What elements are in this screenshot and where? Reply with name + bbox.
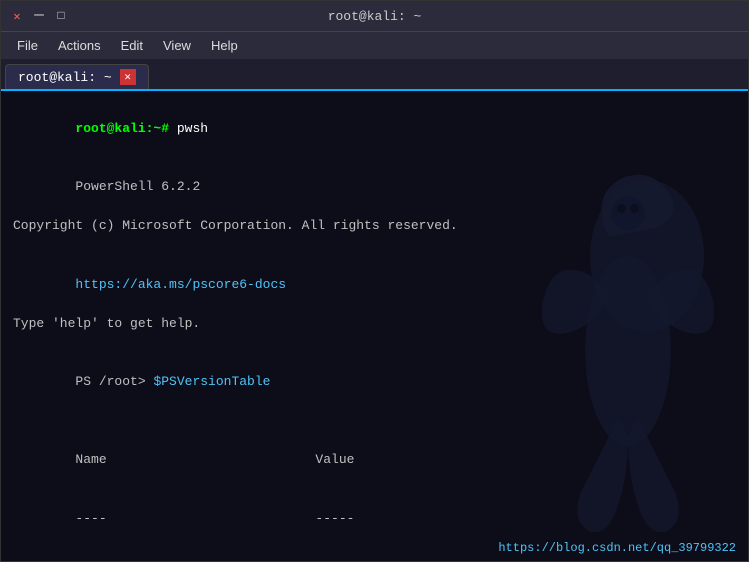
tab-bar: root@kali: ~ ✕ [1, 59, 748, 91]
terminal-blank-3 [13, 411, 736, 431]
menu-actions[interactable]: Actions [50, 36, 109, 55]
terminal-line-ps-prompt: PS /root> $PSVersionTable [13, 353, 736, 412]
title-bar: ✕ — □ root@kali: ~ [1, 1, 748, 31]
terminal-line-help: Type 'help' to get help. [13, 314, 736, 334]
terminal-window: ✕ — □ root@kali: ~ File Actions Edit Vie… [0, 0, 749, 562]
minimize-button[interactable]: — [31, 7, 47, 23]
terminal-line-copyright: Copyright (c) Microsoft Corporation. All… [13, 216, 736, 236]
watermark-link: https://blog.csdn.net/qq_39799322 [498, 541, 736, 555]
prompt-1: root@kali:~# [75, 121, 176, 136]
terminal-line-ps-version: PowerShell 6.2.2 [13, 158, 736, 217]
terminal-content: root@kali:~# pwsh PowerShell 6.2.2 Copyr… [13, 99, 736, 561]
terminal-line-1: root@kali:~# pwsh [13, 99, 736, 158]
terminal-blank-2 [13, 333, 736, 353]
menu-edit[interactable]: Edit [113, 36, 151, 55]
maximize-button[interactable]: □ [53, 8, 69, 24]
menu-file[interactable]: File [9, 36, 46, 55]
window-title: root@kali: ~ [328, 9, 422, 24]
menu-bar: File Actions Edit View Help [1, 31, 748, 59]
tab-label: root@kali: ~ [18, 70, 112, 85]
menu-view[interactable]: View [155, 36, 199, 55]
tab-close-button[interactable]: ✕ [120, 69, 136, 85]
window-controls: ✕ — □ [9, 8, 69, 24]
terminal-blank-1 [13, 236, 736, 256]
terminal-tab[interactable]: root@kali: ~ ✕ [5, 64, 149, 89]
close-button[interactable]: ✕ [9, 8, 25, 24]
cmd-pwsh: pwsh [177, 121, 208, 136]
menu-help[interactable]: Help [203, 36, 246, 55]
table-header: NameValue [13, 431, 736, 490]
terminal-line-link: https://aka.ms/pscore6-docs [13, 255, 736, 314]
table-sep: --------- [13, 489, 736, 548]
terminal-body[interactable]: root@kali:~# pwsh PowerShell 6.2.2 Copyr… [1, 91, 748, 561]
